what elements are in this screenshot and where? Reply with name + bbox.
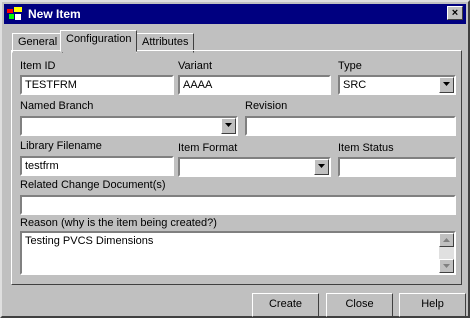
tab-configuration[interactable]: Configuration xyxy=(60,30,138,52)
tab-attributes-label: Attributes xyxy=(142,36,189,48)
item-id-value: TESTFRM xyxy=(25,79,77,91)
type-dropdown-button[interactable] xyxy=(439,77,454,93)
item-format-dropdown[interactable] xyxy=(178,157,331,177)
item-format-label: Item Format xyxy=(178,142,238,154)
close-window-button[interactable]: × xyxy=(447,6,463,20)
revision-label: Revision xyxy=(245,100,288,112)
dialog-window: New Item × General Configuration Attribu… xyxy=(0,0,470,318)
library-filename-value: testfrm xyxy=(25,160,59,172)
tab-general-label: General xyxy=(18,36,58,48)
item-format-dropdown-button[interactable] xyxy=(314,159,329,175)
library-filename-label: Library Filename xyxy=(20,140,102,152)
reason-scrollbar[interactable] xyxy=(439,233,454,273)
create-button[interactable]: Create xyxy=(252,293,319,317)
type-value: SRC xyxy=(343,79,367,91)
named-branch-label: Named Branch xyxy=(20,100,94,112)
window-title: New Item xyxy=(28,7,81,21)
close-button[interactable]: Close xyxy=(326,293,393,317)
named-branch-dropdown[interactable] xyxy=(20,116,238,136)
variant-field[interactable]: AAAA xyxy=(178,75,331,95)
chevron-up-icon xyxy=(443,238,450,242)
variant-value: AAAA xyxy=(183,79,213,91)
revision-field[interactable] xyxy=(245,116,456,136)
item-id-field[interactable]: TESTFRM xyxy=(20,75,174,95)
item-id-label: Item ID xyxy=(20,60,56,72)
type-label: Type xyxy=(338,60,362,72)
chevron-down-icon xyxy=(225,123,232,127)
chevron-down-icon xyxy=(443,264,450,268)
type-dropdown[interactable]: SRC xyxy=(338,75,456,95)
scroll-up-button[interactable] xyxy=(439,233,454,247)
reason-label: Reason (why is the item being created?) xyxy=(20,217,217,229)
scroll-down-button[interactable] xyxy=(439,259,454,273)
reason-value: Testing PVCS Dimensions xyxy=(25,235,154,247)
reason-textarea[interactable]: Testing PVCS Dimensions xyxy=(20,231,456,275)
variant-label: Variant xyxy=(178,60,213,72)
named-branch-dropdown-button[interactable] xyxy=(221,118,236,134)
tab-configuration-label: Configuration xyxy=(66,33,132,45)
chevron-down-icon xyxy=(443,82,450,86)
related-change-label: Related Change Document(s) xyxy=(20,179,166,191)
related-change-field[interactable] xyxy=(20,195,456,215)
library-filename-field[interactable]: testfrm xyxy=(20,156,174,176)
title-bar[interactable]: New Item × xyxy=(4,4,466,24)
item-status-field[interactable] xyxy=(338,157,456,177)
item-status-label: Item Status xyxy=(338,142,394,154)
chevron-down-icon xyxy=(318,164,325,168)
help-button[interactable]: Help xyxy=(399,293,466,317)
app-icon xyxy=(7,7,22,20)
